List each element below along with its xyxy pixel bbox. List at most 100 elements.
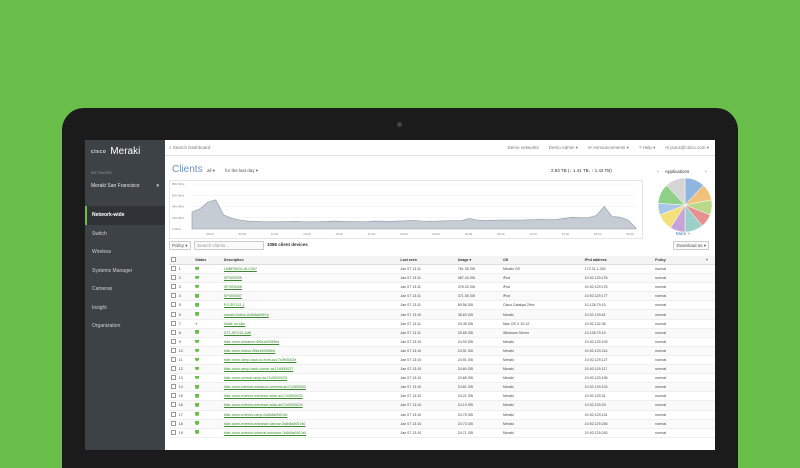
row-usage: 371.55 GB bbox=[455, 291, 501, 302]
row-description-link[interactable]: DT1-SFO12-2dB bbox=[221, 328, 399, 338]
table-row[interactable]: 10 bike-room-indoor-0f5a1e0096b0 Jan 07 13… bbox=[169, 346, 715, 356]
row-description-link[interactable]: bike-room-exterior-entrance-wide-ac17c0f… bbox=[221, 391, 399, 402]
table-row[interactable]: 4 SPOE5407 Jan 07 13:11 371.55 GB iPod 10.92.… bbox=[169, 291, 715, 302]
header-usage[interactable]: Usage ▾ bbox=[455, 256, 501, 265]
row-policy: normal bbox=[653, 328, 704, 338]
table-row[interactable]: 7 ▾ fiddle-no-skin Jan 07 13:11 29.45 GB Mac … bbox=[169, 319, 715, 329]
header-description[interactable]: Description bbox=[221, 256, 399, 265]
header-ipv4[interactable]: IPv4 address bbox=[582, 256, 654, 265]
header-last-seen[interactable]: Last seen bbox=[398, 256, 456, 265]
row-empty bbox=[703, 309, 715, 320]
table-row[interactable]: 1 LMBP5E2A-W-C067 Jan 07 13:11 761.35 GB Mer… bbox=[169, 264, 715, 275]
row-description-link[interactable]: bike-room-exterior-entrance-wide-ac17c0f… bbox=[221, 400, 399, 411]
table-row[interactable]: 14 bike-room-internal-entrance-covered-ac… bbox=[169, 382, 715, 393]
sidebar-item-organization[interactable]: Organization bbox=[85, 317, 165, 336]
sidebar-item-cameras[interactable]: Cameras bbox=[85, 280, 165, 299]
row-usage: 25.65 GB bbox=[455, 328, 501, 338]
more-link[interactable]: More » bbox=[676, 231, 690, 236]
add-column-button[interactable]: + bbox=[703, 256, 715, 265]
row-checkbox[interactable] bbox=[169, 319, 177, 329]
header-status[interactable]: Status bbox=[193, 256, 222, 265]
row-description-link[interactable]: SPOE5205 bbox=[221, 273, 399, 284]
row-policy: normal bbox=[653, 300, 704, 311]
row-checkbox[interactable] bbox=[169, 264, 177, 275]
table-row[interactable]: 3 SPOE5406 Jan 07 13:11 376.33 GB iPod 10.92.… bbox=[169, 282, 715, 293]
time-range-dropdown[interactable]: for the last day ▾ bbox=[225, 168, 258, 174]
demo-admin-menu[interactable]: Demo Admin ▾ bbox=[549, 145, 578, 151]
row-checkbox[interactable] bbox=[169, 364, 177, 375]
sidebar-item-systems-manager[interactable]: Systems Manager bbox=[85, 262, 165, 281]
header-os[interactable]: OS bbox=[500, 256, 583, 265]
sidebar-item-wireless[interactable]: Wireless bbox=[85, 243, 165, 262]
table-row[interactable]: 19 bike-room-exterior-internal-entrance-0… bbox=[169, 428, 715, 438]
row-checkbox[interactable] bbox=[169, 328, 177, 338]
download-dropdown[interactable]: Download as ▾ bbox=[673, 241, 709, 250]
table-row[interactable]: 16 bike-room-exterior-entrance-wide-ac17c… bbox=[169, 400, 715, 411]
row-ipv4: 10.92.129.103 bbox=[582, 337, 654, 347]
row-description-link[interactable]: fiddle-no-skin bbox=[221, 319, 399, 329]
row-description-link[interactable]: SPOE5406 bbox=[221, 282, 399, 293]
row-checkbox[interactable] bbox=[169, 410, 177, 420]
row-description-link[interactable]: LMBP5E2A-W-C067 bbox=[221, 264, 399, 275]
policy-dropdown[interactable]: Policy ▾ bbox=[169, 241, 191, 250]
row-checkbox[interactable] bbox=[169, 400, 177, 411]
row-description-link[interactable]: bike-room-exterior-entrance-narrow-0c6b8… bbox=[221, 419, 399, 429]
row-checkbox[interactable] bbox=[169, 291, 177, 302]
usage-summary: 2.83 TB (↓ 1.41 TB, ↑ 1.42 TB) bbox=[551, 168, 612, 173]
row-checkbox[interactable] bbox=[169, 273, 177, 284]
row-checkbox[interactable] bbox=[169, 419, 177, 429]
dashboard-search[interactable]: ⌕ Search Dashboard bbox=[169, 145, 210, 150]
table-row[interactable]: 13 bike-room-central-ramp-ac17c0f930033 Ja… bbox=[169, 373, 715, 384]
header-policy[interactable]: Policy bbox=[653, 256, 704, 265]
row-checkbox[interactable] bbox=[169, 355, 177, 366]
network-selector[interactable]: Meraki San Francisco ▾ bbox=[91, 183, 159, 189]
row-checkbox[interactable] bbox=[169, 282, 177, 293]
row-description-link[interactable]: bike-room-internal-entrance-covered-ac17… bbox=[221, 382, 399, 393]
row-description-link[interactable]: bike-room-exterior-internal-entrance-0c6… bbox=[221, 428, 399, 438]
row-checkbox[interactable] bbox=[169, 391, 177, 402]
row-empty bbox=[703, 273, 715, 284]
table-row[interactable]: 5 PS-SFO12-1 Jan 07 13:11 69.56 GB Cisco Cat… bbox=[169, 300, 715, 311]
table-row[interactable]: 9 bike-room-entrance-0f5a1e0089ba Jan 07 1… bbox=[169, 337, 715, 347]
row-usage: 24.65 GB bbox=[455, 373, 501, 384]
demo-networks-link[interactable]: Demo networks bbox=[508, 145, 539, 151]
row-checkbox[interactable] bbox=[169, 382, 177, 393]
select-all-checkbox[interactable] bbox=[169, 256, 177, 265]
account-menu[interactable]: ✉ jsoux@cisco.com ▾ bbox=[665, 145, 709, 151]
row-checkbox[interactable] bbox=[169, 337, 177, 347]
sidebar-item-network-wide[interactable]: Network-wide bbox=[85, 206, 165, 225]
row-description-link[interactable]: bike-room-exterior-ramp-0c6b8a0067a0 bbox=[221, 410, 399, 420]
row-checkbox[interactable] bbox=[169, 300, 177, 311]
row-description-link[interactable]: SPOE5407 bbox=[221, 291, 399, 302]
table-row[interactable]: 2 SPOE5205 Jan 07 13:11 387.44 GB iPod 10.92.… bbox=[169, 273, 715, 284]
row-description-link[interactable]: bike-room-ramp-back-to-front-ac17c0f9300… bbox=[221, 355, 399, 366]
sidebar-item-switch[interactable]: Switch bbox=[85, 225, 165, 244]
applications-pie-chart[interactable] bbox=[655, 175, 715, 235]
search-input[interactable]: Search Dashboard bbox=[173, 145, 211, 150]
help-menu[interactable]: ? Help ▾ bbox=[639, 145, 656, 151]
sidebar-item-insight[interactable]: Insight bbox=[85, 299, 165, 318]
row-checkbox[interactable] bbox=[169, 346, 177, 356]
table-row[interactable]: 12 bike-room-ramp-back-corner-ac17c0f9302… bbox=[169, 364, 715, 375]
row-checkbox[interactable] bbox=[169, 428, 177, 438]
page-title: Clients bbox=[172, 164, 203, 175]
row-description-link[interactable]: meraki-fortive-0c6b8a0067a bbox=[221, 309, 399, 320]
table-row[interactable]: 6 meraki-fortive-0c6b8a0067a Jan 07 13:10 3… bbox=[169, 309, 715, 320]
row-description-link[interactable]: bike-room-entrance-0f5a1e0089ba bbox=[221, 337, 399, 347]
row-checkbox[interactable] bbox=[169, 309, 177, 320]
client-search-input[interactable]: Search clients... bbox=[194, 241, 264, 250]
table-row[interactable]: 11 bike-room-ramp-back-to-front-ac17c0f93… bbox=[169, 355, 715, 366]
row-description-link[interactable]: bike-room-central-ramp-ac17c0f930033 bbox=[221, 373, 399, 384]
filter-all-dropdown[interactable]: all ▾ bbox=[207, 168, 215, 174]
table-row[interactable]: 17 bike-room-exterior-ramp-0c6b8a0067a0 Ja… bbox=[169, 410, 715, 420]
row-description-link[interactable]: bike-room-indoor-0f5a1e0096b0 bbox=[221, 346, 399, 356]
table-row[interactable]: 18 bike-room-exterior-entrance-narrow-0c6… bbox=[169, 419, 715, 429]
table-row[interactable]: 8 DT1-SFO12-2dB Jan 07 13:11 25.65 GB Window… bbox=[169, 328, 715, 338]
row-checkbox[interactable] bbox=[169, 373, 177, 384]
row-os: Meraki bbox=[500, 428, 583, 438]
row-description-link[interactable]: PS-SFO12-1 bbox=[221, 300, 399, 311]
row-description-link[interactable]: bike-room-ramp-back-corner-ac17c0f93027 bbox=[221, 364, 399, 375]
announcements-menu[interactable]: ✉ Announcements ▾ bbox=[588, 145, 629, 151]
row-ipv4: 10.92.129.177 bbox=[582, 291, 654, 302]
table-row[interactable]: 15 bike-room-exterior-entrance-wide-ac17c… bbox=[169, 391, 715, 402]
